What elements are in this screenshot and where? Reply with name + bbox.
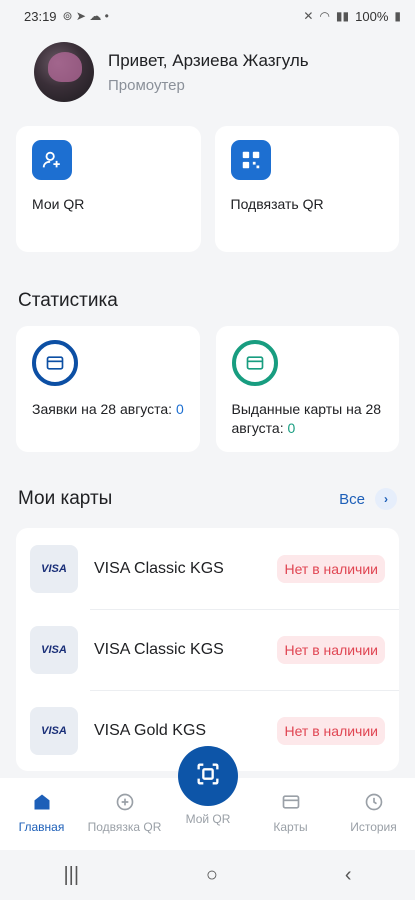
battery-level: 100%: [355, 8, 389, 24]
applications-stat-card[interactable]: Заявки на 28 августа: 0: [16, 326, 200, 452]
status-badge: Нет в наличии: [277, 716, 385, 745]
nav-cards-label: Карты: [273, 820, 308, 834]
my-cards-title: Мои карты: [18, 488, 113, 509]
applications-stat-label: Заявки на 28 августа: 0: [32, 400, 190, 419]
list-item[interactable]: VISA VISA Classic KGS Нет в наличии: [16, 528, 399, 609]
issued-cards-stat-text: Выданные карты на 28 августа:: [231, 401, 382, 436]
recent-apps-icon[interactable]: |||: [63, 864, 79, 887]
mute-icon: ✕: [303, 9, 314, 23]
wifi-icon: ◠: [319, 9, 330, 23]
status-badge: Нет в наличии: [277, 635, 385, 664]
greeting-title: Привет, Арзиева Жазгуль: [108, 50, 309, 70]
my-qr-label: Мои QR: [32, 196, 85, 212]
card-name: VISA Classic KGS: [94, 559, 224, 577]
avatar[interactable]: [34, 42, 94, 102]
all-cards-link[interactable]: Все ›: [339, 488, 397, 510]
card-icon: [231, 340, 278, 386]
link-qr-label: Подвязать QR: [230, 196, 324, 212]
nav-link-qr-label: Подвязка QR: [87, 820, 162, 834]
clock-icon: [364, 790, 384, 814]
nav-link-qr[interactable]: Подвязка QR: [83, 790, 166, 850]
status-time: 23:19: [24, 8, 57, 24]
chevron-right-icon: ›: [375, 488, 397, 510]
profile-header: Привет, Арзиева Жазгуль Промоутер: [0, 32, 415, 112]
visa-logo: VISA: [30, 544, 78, 593]
home-button-icon[interactable]: ○: [206, 864, 218, 887]
nav-cards[interactable]: Карты: [249, 790, 332, 850]
card-icon: [32, 340, 78, 386]
card-name: VISA Gold KGS: [94, 721, 207, 739]
nav-home-label: Главная: [18, 820, 65, 834]
system-nav-bar: ||| ○ ‹: [0, 850, 415, 900]
user-role: Промоутер: [108, 76, 185, 94]
nav-home[interactable]: Главная: [0, 790, 83, 850]
card-list: VISA VISA Classic KGS Нет в наличии VISA…: [16, 528, 399, 771]
status-bar: 23:19 ⊚ ➤ ☁ • ✕ ◠ ▮▮ 100% ▮: [0, 0, 415, 32]
nav-history[interactable]: История: [332, 790, 415, 850]
card-icon: [281, 790, 301, 814]
home-icon: [32, 790, 52, 814]
battery-icon: ▮: [394, 9, 401, 23]
applications-stat-text: Заявки на 28 августа:: [32, 401, 176, 417]
qr-code-icon: [230, 140, 271, 180]
issued-cards-stat-value: 0: [287, 420, 296, 436]
signal-icon: ▮▮: [335, 9, 350, 23]
notification-icons: ⊚ ➤ ☁ •: [62, 9, 109, 23]
add-user-icon: [32, 140, 72, 180]
statistics-title: Статистика: [18, 290, 118, 311]
issued-cards-stat-label: Выданные карты на 28 августа: 0: [232, 400, 390, 438]
my-qr-fab-label: Мой QR: [185, 812, 231, 826]
card-name: VISA Classic KGS: [94, 640, 224, 658]
applications-stat-value: 0: [175, 401, 184, 417]
link-qr-card[interactable]: Подвязать QR: [214, 126, 399, 252]
all-cards-label: Все: [339, 490, 365, 508]
plus-circle-icon: [115, 790, 135, 814]
nav-history-label: История: [350, 820, 397, 834]
list-item[interactable]: VISA VISA Classic KGS Нет в наличии: [16, 609, 399, 690]
status-badge: Нет в наличии: [277, 554, 385, 583]
visa-logo: VISA: [30, 706, 78, 755]
my-qr-card[interactable]: Мои QR: [16, 126, 201, 252]
back-icon[interactable]: ‹: [345, 864, 352, 887]
issued-cards-stat-card[interactable]: Выданные карты на 28 августа: 0: [215, 326, 399, 452]
scan-icon: [194, 760, 222, 793]
visa-logo: VISA: [30, 625, 78, 674]
my-qr-fab[interactable]: [178, 746, 238, 806]
